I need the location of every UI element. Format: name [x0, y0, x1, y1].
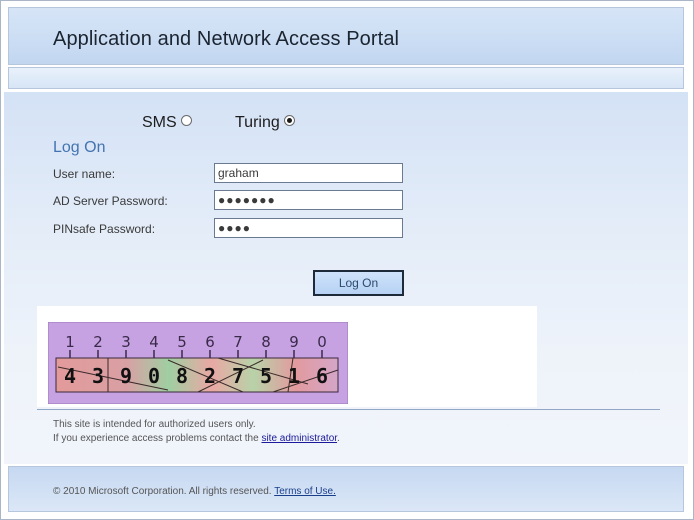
turing-position-5: 5 [177, 333, 187, 351]
turing-position-1: 1 [65, 333, 75, 351]
sms-radio[interactable] [180, 115, 192, 127]
auth-option-turing[interactable]: Turing [235, 114, 295, 132]
access-problems-text: If you experience access problems contac… [53, 433, 262, 444]
terms-of-use-link[interactable]: Terms of Use. [274, 486, 336, 497]
footer-text: © 2010 Microsoft Corporation. All rights… [53, 486, 336, 497]
turing-digit-1: 3 [92, 364, 104, 388]
turing-digit-2: 9 [120, 364, 132, 388]
ad-password-input[interactable]: ●●●●●●● [214, 190, 403, 210]
turing-digit-5: 2 [204, 364, 216, 388]
turing-position-9: 9 [289, 333, 299, 351]
copyright: © 2010 Microsoft Corporation. All rights… [53, 486, 272, 497]
access-problems-suffix: . [337, 433, 340, 444]
turing-digit-4: 8 [176, 364, 188, 388]
footer: © 2010 Microsoft Corporation. All rights… [8, 466, 684, 512]
sms-label: SMS [142, 114, 177, 131]
auth-option-sms[interactable]: SMS [142, 114, 192, 132]
logon-heading: Log On [53, 139, 106, 156]
username-label: User name: [53, 167, 116, 181]
turing-digit-9: 6 [316, 364, 328, 388]
header-subbar [8, 67, 684, 89]
pinsafe-password-input[interactable]: ●●●● [214, 218, 403, 238]
turing-position-3: 3 [121, 333, 131, 351]
turing-position-0: 0 [317, 333, 327, 351]
site-administrator-link[interactable]: site administrator [261, 433, 337, 444]
turing-digit-3: 0 [148, 364, 160, 388]
authorized-notice: This site is intended for authorized use… [53, 419, 256, 430]
turing-digit-6: 7 [232, 364, 244, 388]
turing-digit-0: 4 [64, 364, 76, 388]
turing-digit-8: 1 [288, 364, 300, 388]
username-input[interactable]: graham [214, 163, 403, 183]
pinsafe-password-label: PINsafe Password: [53, 222, 156, 236]
turing-radio[interactable] [283, 115, 295, 127]
turing-digit-7: 5 [260, 364, 272, 388]
access-problems-notice: If you experience access problems contac… [53, 433, 340, 444]
turing-label: Turing [235, 114, 280, 131]
turing-image: 14233940586277859106 [47, 321, 349, 409]
turing-position-7: 7 [233, 333, 243, 351]
turing-position-8: 8 [261, 333, 271, 351]
turing-position-2: 2 [93, 333, 103, 351]
turing-position-4: 4 [149, 333, 159, 351]
turing-image-svg: 14233940586277859106 [47, 321, 349, 405]
logon-button[interactable]: Log On [313, 270, 404, 296]
turing-position-6: 6 [205, 333, 215, 351]
divider [37, 409, 660, 410]
ad-password-label: AD Server Password: [53, 194, 168, 208]
portal-header: Application and Network Access Portal [8, 7, 684, 65]
page-title: Application and Network Access Portal [53, 28, 400, 50]
